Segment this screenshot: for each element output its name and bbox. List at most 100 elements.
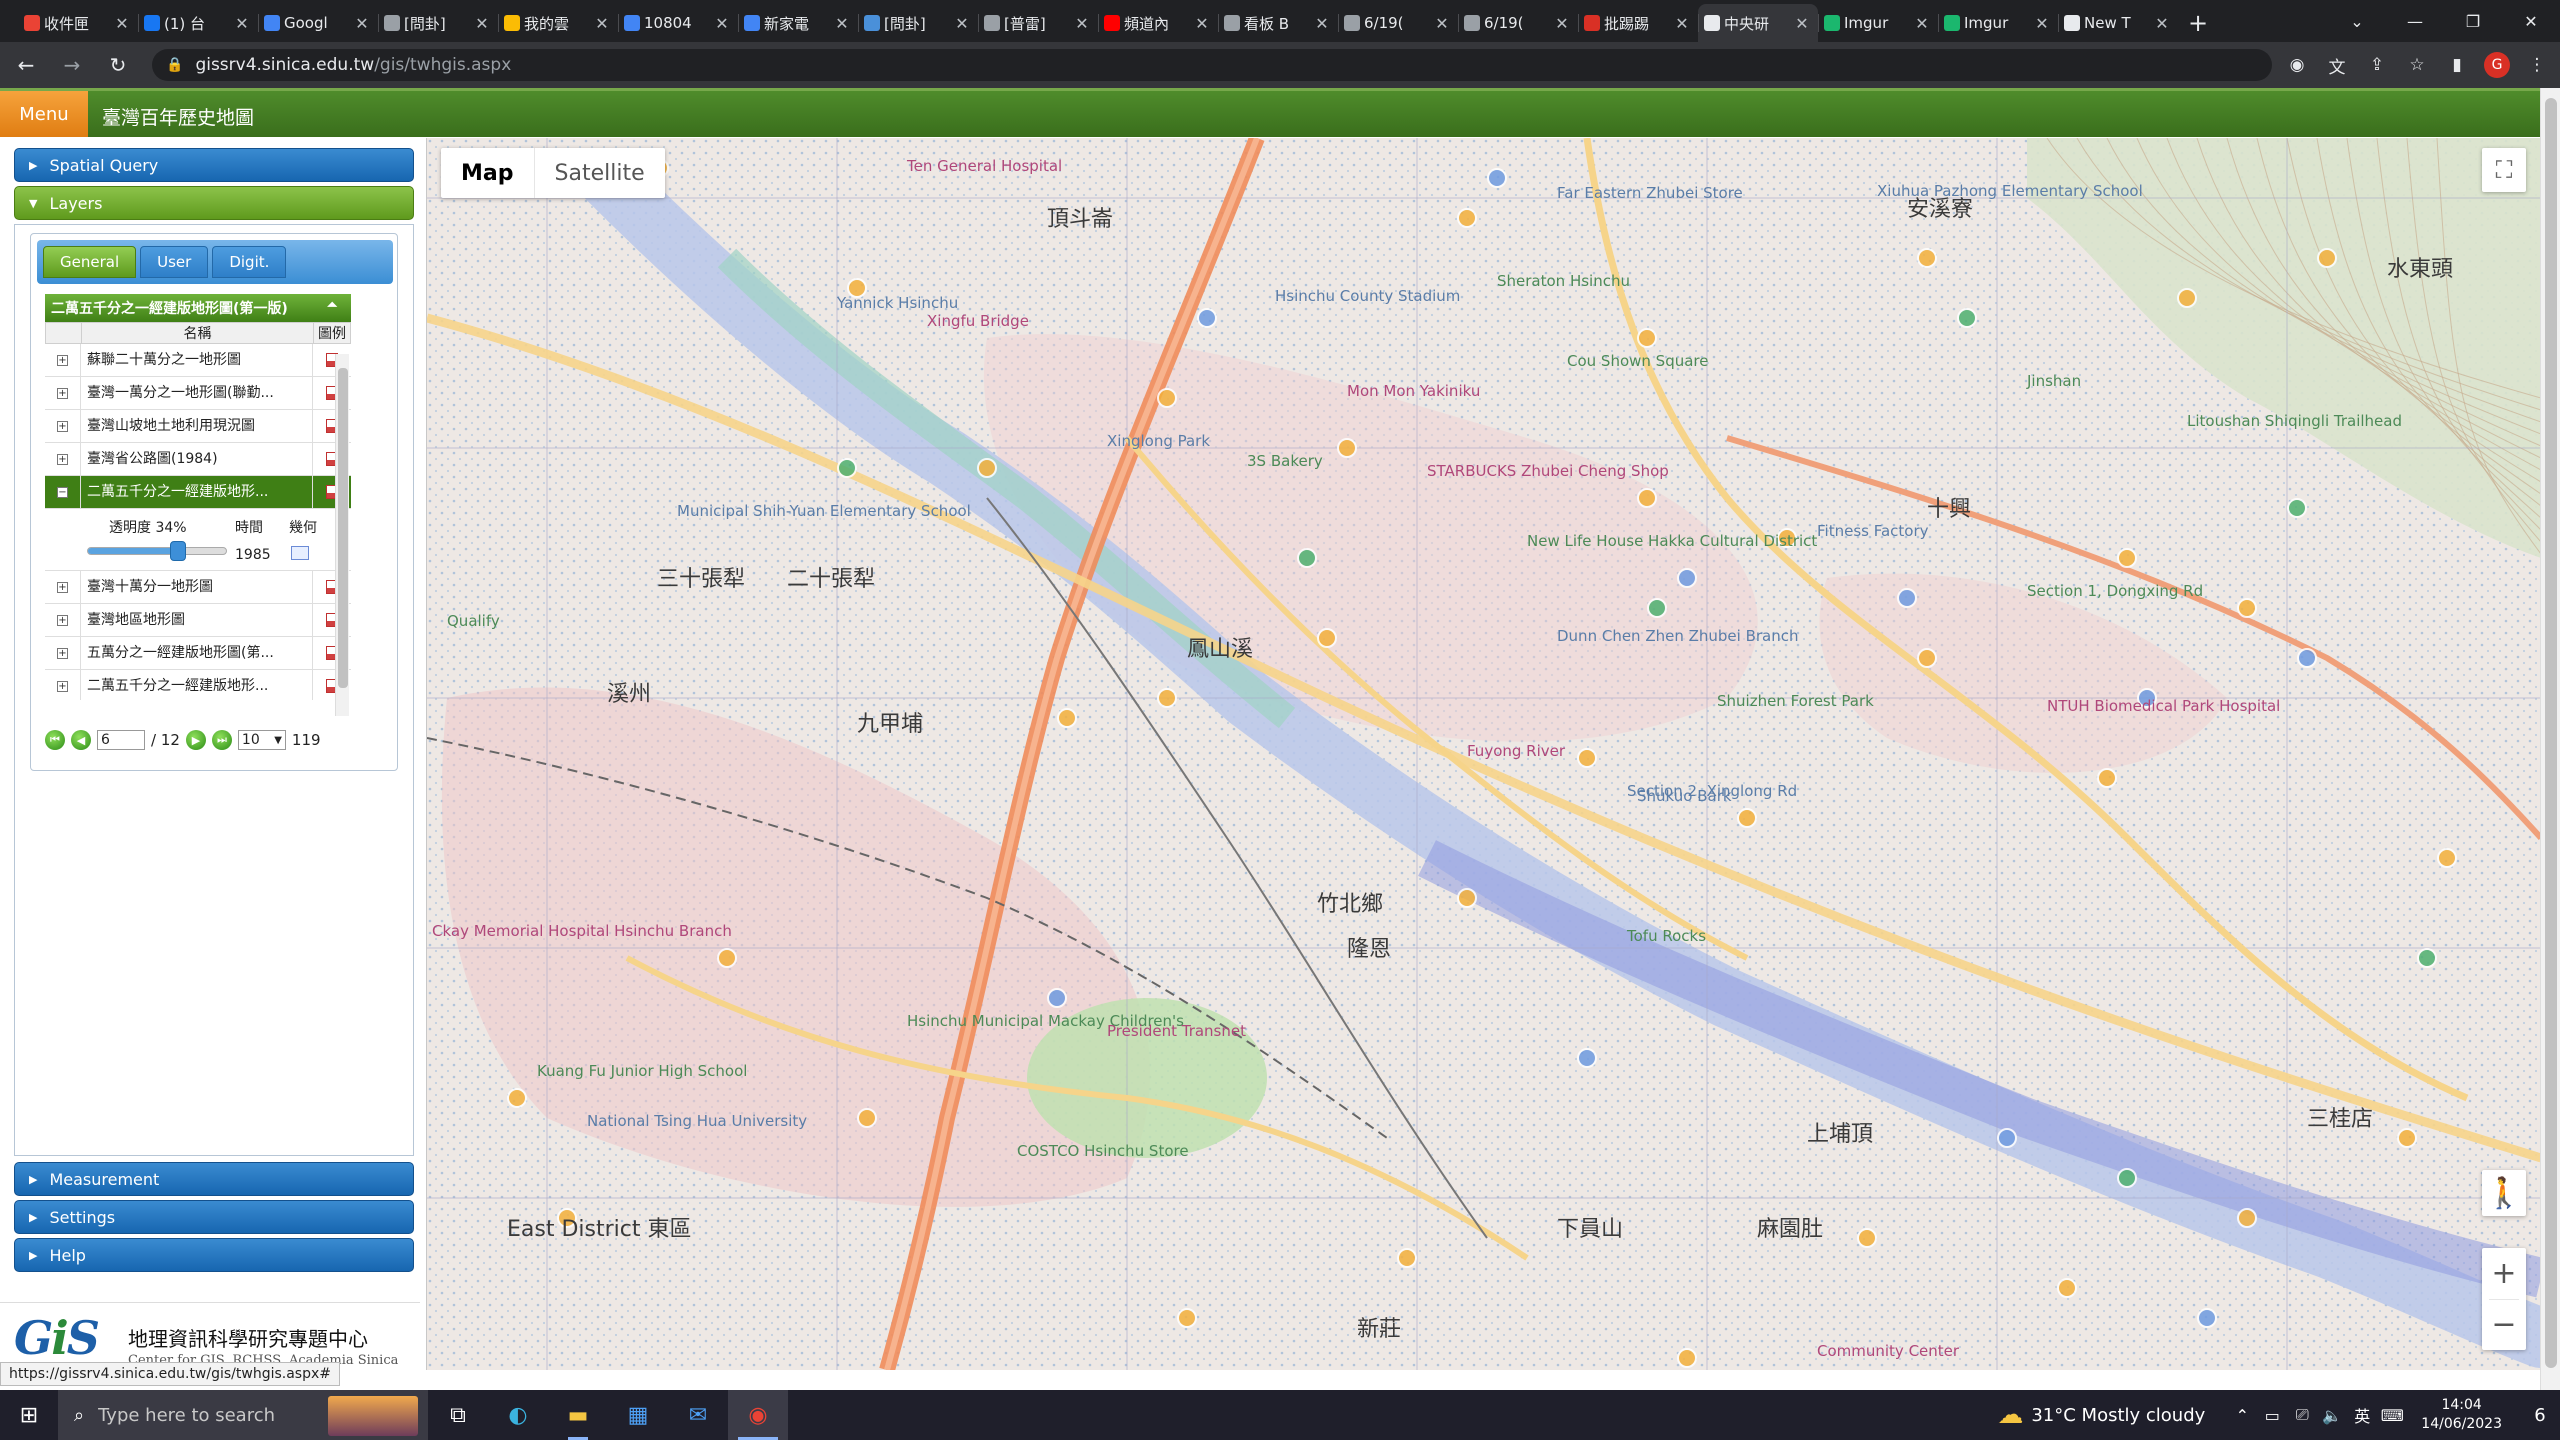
expand-icon[interactable]: + <box>57 453 68 465</box>
opacity-slider-handle[interactable] <box>170 541 186 561</box>
pegman-streetview-icon[interactable]: 🚶 <box>2482 1170 2526 1216</box>
map-type-map-button[interactable]: Map <box>441 148 535 198</box>
expand-icon[interactable]: + <box>57 614 68 626</box>
browser-tab[interactable]: Imgur ✕ <box>1938 4 2058 42</box>
close-tab-icon[interactable]: ✕ <box>1914 14 1930 33</box>
prev-page-button[interactable]: ◀ <box>71 730 91 750</box>
map-type-satellite-button[interactable]: Satellite <box>535 148 665 198</box>
keyboard-icon[interactable]: ⌨ <box>2377 1406 2407 1425</box>
notification-icon[interactable]: 6 <box>2520 1390 2560 1440</box>
close-tab-icon[interactable]: ✕ <box>834 14 850 33</box>
close-window-button[interactable]: ✕ <box>2502 0 2560 42</box>
close-tab-icon[interactable]: ✕ <box>1554 14 1570 33</box>
task-view-icon[interactable]: ⧉ <box>428 1390 488 1440</box>
reload-button[interactable]: ↻ <box>98 45 138 85</box>
browser-tab[interactable]: [問卦] ✕ <box>378 4 498 42</box>
tab-user[interactable]: User <box>140 246 209 278</box>
expand-icon[interactable]: + <box>57 647 68 659</box>
browser-tab[interactable]: 批踢踢 ✕ <box>1578 4 1698 42</box>
ime-indicator[interactable]: 英 <box>2347 1403 2377 1427</box>
profile-avatar[interactable]: G <box>2484 52 2510 78</box>
more-menu-icon[interactable]: ⋮ <box>2524 49 2550 81</box>
microsoft-store-icon[interactable]: ▦ <box>608 1390 668 1440</box>
accordion-layers[interactable]: ▼ Layers <box>14 186 414 220</box>
windows-start-icon[interactable]: ⊞ <box>0 1390 58 1440</box>
taskbar-search-box[interactable]: ⌕ Type here to search <box>58 1390 428 1440</box>
close-tab-icon[interactable]: ✕ <box>1674 14 1690 33</box>
browser-tab[interactable]: [問卦] ✕ <box>858 4 978 42</box>
browser-tab[interactable]: 10804 ✕ <box>618 4 738 42</box>
layer-row[interactable]: + 二萬五千分之一經建版地形... <box>45 669 351 700</box>
expand-icon[interactable]: + <box>57 420 68 432</box>
browser-tab[interactable]: 頻道內 ✕ <box>1098 4 1218 42</box>
collapse-icon[interactable]: − <box>57 486 68 498</box>
browser-tab[interactable]: Imgur ✕ <box>1818 4 1938 42</box>
zoom-in-button[interactable]: + <box>2482 1249 2526 1299</box>
layer-row[interactable]: − 二萬五千分之一經建版地形... <box>45 475 351 509</box>
close-tab-icon[interactable]: ✕ <box>2154 14 2170 33</box>
accordion-settings[interactable]: ▶ Settings <box>14 1200 414 1234</box>
close-tab-icon[interactable]: ✕ <box>954 14 970 33</box>
close-tab-icon[interactable]: ✕ <box>1314 14 1330 33</box>
close-tab-icon[interactable]: ✕ <box>1794 14 1810 33</box>
last-page-button[interactable]: ⏭ <box>211 730 232 750</box>
fullscreen-button[interactable]: ⛶ <box>2482 148 2526 192</box>
browser-tab[interactable]: 新家電 ✕ <box>738 4 858 42</box>
chrome-taskbar-icon[interactable]: ◉ <box>728 1390 788 1440</box>
browser-tab[interactable]: (1) 台 ✕ <box>138 4 258 42</box>
opacity-slider[interactable] <box>87 541 227 561</box>
layer-row[interactable]: + 臺灣省公路圖(1984) <box>45 442 351 476</box>
new-tab-button[interactable]: + <box>2178 4 2218 42</box>
grid-scrollbar[interactable] <box>335 354 349 716</box>
close-tab-icon[interactable]: ✕ <box>1434 14 1450 33</box>
collapse-grid-icon[interactable]: ⏶ <box>327 298 343 314</box>
expand-icon[interactable]: + <box>57 680 68 692</box>
accordion-help[interactable]: ▶ Help <box>14 1238 414 1272</box>
grid-scroll-thumb[interactable] <box>338 368 348 688</box>
close-tab-icon[interactable]: ✕ <box>714 14 730 33</box>
next-page-button[interactable]: ▶ <box>185 730 206 750</box>
menu-button[interactable]: Menu <box>0 91 88 137</box>
minimize-button[interactable]: — <box>2386 0 2444 42</box>
maximize-button[interactable]: ❐ <box>2444 0 2502 42</box>
expand-icon[interactable]: + <box>57 387 68 399</box>
mail-icon[interactable]: ✉ <box>668 1390 728 1440</box>
forward-button[interactable]: → <box>52 45 92 85</box>
browser-tab[interactable]: 看板 B ✕ <box>1218 4 1338 42</box>
bookmark-star-icon[interactable]: ☆ <box>2404 49 2430 81</box>
side-panel-icon[interactable]: ▮ <box>2444 49 2470 81</box>
file-explorer-icon[interactable]: ▬ <box>548 1390 608 1440</box>
accordion-spatial-query[interactable]: ▶ Spatial Query <box>14 148 414 182</box>
close-tab-icon[interactable]: ✕ <box>354 14 370 33</box>
browser-tab[interactable]: 中央研 ✕ <box>1698 4 1818 42</box>
close-tab-icon[interactable]: ✕ <box>474 14 490 33</box>
translate-icon[interactable]: 文 <box>2324 49 2350 81</box>
close-tab-icon[interactable]: ✕ <box>1074 14 1090 33</box>
google-lens-icon[interactable]: ◉ <box>2284 49 2310 81</box>
accordion-measurement[interactable]: ▶ Measurement <box>14 1162 414 1196</box>
back-button[interactable]: ← <box>6 45 46 85</box>
first-page-button[interactable]: ⏮ <box>45 730 65 750</box>
browser-tab[interactable]: 6/19(✕ <box>1338 4 1458 42</box>
taskbar-clock[interactable]: 14:04 14/06/2023 <box>2421 1396 2502 1434</box>
network-icon[interactable]: ▭ <box>2257 1406 2287 1425</box>
geometry-icon[interactable] <box>291 546 309 560</box>
browser-tab[interactable]: 我的雲 ✕ <box>498 4 618 42</box>
chevron-up-icon[interactable]: ⌃ <box>2227 1406 2257 1425</box>
close-tab-icon[interactable]: ✕ <box>2034 14 2050 33</box>
volume-icon[interactable]: 🔈 <box>2317 1406 2347 1425</box>
close-tab-icon[interactable]: ✕ <box>594 14 610 33</box>
layer-row[interactable]: + 臺灣一萬分之一地形圖(聯勤... <box>45 376 351 410</box>
expand-icon[interactable]: + <box>57 354 68 366</box>
layer-row[interactable]: + 臺灣山坡地土地利用現況圖 <box>45 409 351 443</box>
zoom-out-button[interactable]: − <box>2482 1300 2526 1350</box>
layer-row[interactable]: + 臺灣十萬分一地形圖 <box>45 570 351 604</box>
close-tab-icon[interactable]: ✕ <box>114 14 130 33</box>
map-canvas[interactable]: Ten General Hospital Far Eastern Zhubei S… <box>426 138 2540 1370</box>
page-scroll-thumb[interactable] <box>2545 98 2557 1368</box>
browser-tab[interactable]: 收件匣 ✕ <box>18 4 138 42</box>
browser-tab[interactable]: [普雷] ✕ <box>978 4 1098 42</box>
close-tab-icon[interactable]: ✕ <box>234 14 250 33</box>
close-tab-icon[interactable]: ✕ <box>1194 14 1210 33</box>
page-scrollbar[interactable] <box>2540 88 2560 1390</box>
